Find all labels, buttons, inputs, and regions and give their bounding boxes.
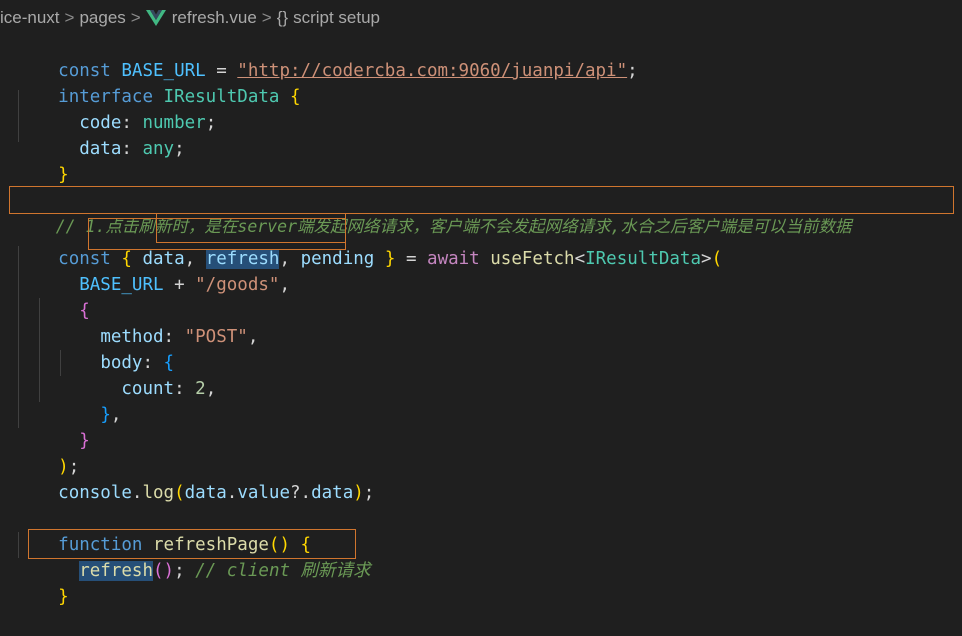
code-token: } <box>58 587 69 607</box>
code-line[interactable]: code: number; <box>16 84 216 133</box>
code-token: any <box>142 139 175 159</box>
code-editor[interactable]: const BASE_URL = "http://codercba.com:90… <box>0 32 962 607</box>
code-token: ; <box>174 561 185 581</box>
code-token: ; <box>205 113 217 133</box>
chevron-right-icon: > <box>130 8 141 27</box>
brace-icon: {} <box>276 8 289 27</box>
breadcrumb-item-file[interactable]: refresh.vue <box>172 8 257 28</box>
code-line[interactable]: count: 2, <box>16 350 216 399</box>
code-token: } <box>79 431 90 451</box>
code-line[interactable]: method: "POST", <box>16 298 258 347</box>
vue-icon <box>145 10 166 26</box>
code-token: console <box>58 483 132 503</box>
code-token: "/goods" <box>195 275 280 295</box>
code-line[interactable]: body: { <box>16 324 174 373</box>
code-token: ) <box>353 483 364 503</box>
code-token: + <box>163 275 196 295</box>
breadcrumb: ice-nuxt > pages > refresh.vue > {} scri… <box>0 0 962 36</box>
code-token: await <box>427 249 480 269</box>
code-line[interactable]: const { data, refresh, pending } = await… <box>16 220 722 269</box>
code-token: , <box>279 275 290 295</box>
code-token: data <box>311 483 354 503</box>
code-token: pending <box>300 249 375 269</box>
code-line[interactable]: } <box>16 402 90 451</box>
code-token: } <box>384 249 396 269</box>
code-token-selected[interactable]: refresh <box>79 561 153 581</box>
code-token: value <box>237 483 291 503</box>
code-line[interactable]: data: any; <box>16 110 184 159</box>
code-token: { <box>289 87 301 107</box>
code-token: 2 <box>195 379 206 399</box>
code-token: ; <box>363 483 375 503</box>
breadcrumb-item-project[interactable]: ice-nuxt <box>0 8 60 28</box>
chevron-right-icon: > <box>261 8 272 27</box>
code-token: data <box>184 483 227 503</box>
code-line[interactable]: ); <box>16 428 79 477</box>
code-token: ; <box>627 61 638 81</box>
code-token: : <box>174 379 196 399</box>
code-token: } <box>100 405 111 425</box>
code-line[interactable]: }, <box>16 376 121 425</box>
code-line[interactable]: console.log(data.value?.data); <box>16 454 374 503</box>
code-line[interactable]: } <box>16 136 69 185</box>
code-token: . <box>226 483 238 503</box>
code-token: , <box>110 405 122 425</box>
code-token: < <box>574 249 586 269</box>
code-line[interactable]: } <box>16 558 69 607</box>
code-token: ( <box>711 249 723 269</box>
code-token: IResultData <box>585 249 702 269</box>
code-token: ?. <box>290 483 312 503</box>
code-token: "POST" <box>184 327 248 347</box>
code-line[interactable]: function refreshPage() { <box>16 506 311 555</box>
code-comment: // client 刷新请求 <box>195 561 371 581</box>
code-token: = <box>395 249 428 269</box>
code-token: } <box>58 165 69 185</box>
code-token: data <box>79 139 122 159</box>
code-token: : <box>121 139 143 159</box>
code-line[interactable]: interface IResultData { <box>16 58 300 107</box>
code-token: count <box>121 379 175 399</box>
code-line[interactable]: // 1.点击刷新时，是在server端发起网络请求，客户端不会发起网络请求,水… <box>16 188 852 236</box>
code-token: ; <box>174 139 185 159</box>
breadcrumb-item-scope[interactable]: script setup <box>293 8 380 28</box>
breadcrumb-item-folder[interactable]: pages <box>79 8 125 28</box>
code-token: ( <box>153 561 164 581</box>
code-token: > <box>701 249 712 269</box>
code-token: , <box>205 379 217 399</box>
code-line[interactable]: refresh(); // client 刷新请求 <box>16 532 371 581</box>
code-token: ) <box>163 561 175 581</box>
code-token: BASE_URL <box>79 275 164 295</box>
code-token: useFetch <box>490 249 575 269</box>
code-line[interactable]: const BASE_URL = "http://codercba.com:90… <box>16 32 638 81</box>
code-line[interactable]: BASE_URL + "/goods", <box>16 246 290 295</box>
code-token: , <box>247 327 259 347</box>
code-line[interactable]: { <box>16 272 90 321</box>
code-token: . <box>131 483 143 503</box>
chevron-right-icon: > <box>64 8 75 27</box>
code-token: ( <box>174 483 185 503</box>
code-token: log <box>142 483 175 503</box>
